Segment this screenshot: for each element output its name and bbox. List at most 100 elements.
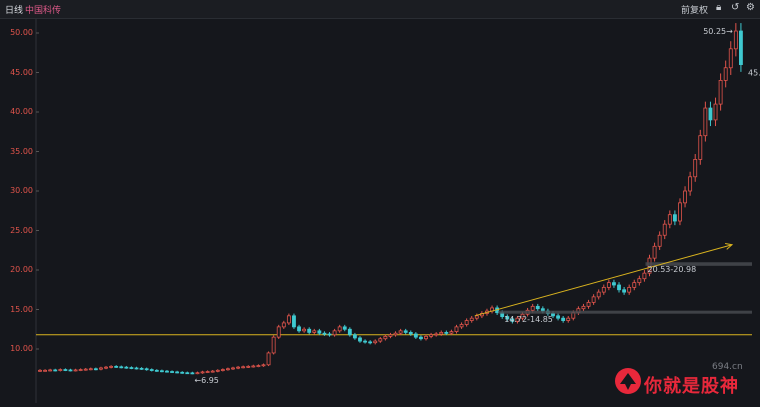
low-price-label: ←6.95 [194, 376, 219, 385]
candlestick-svg: ←6.95 50.25→ 45.6 20.53-20.98 14.72-14.85 [35, 19, 760, 403]
stock-name[interactable]: 中国科传 [25, 3, 61, 16]
candle-body [312, 330, 317, 333]
high-price-label: 50.25→ [703, 27, 733, 36]
y-tick-label: 45.00 [10, 67, 33, 77]
candle-body [662, 223, 667, 236]
settings-icon[interactable]: ⚙ [746, 2, 755, 14]
adjust-mode-button[interactable]: 前复权 [681, 3, 708, 16]
candle-body [266, 352, 271, 366]
candle-body [109, 365, 114, 368]
candle-body [347, 328, 352, 336]
candle-body [58, 369, 63, 371]
candle-body [134, 367, 139, 370]
candle-body [93, 368, 98, 371]
candle-body [723, 67, 728, 81]
refresh-icon[interactable]: ↺ [731, 2, 739, 14]
candle-body [378, 338, 383, 342]
candle-body [261, 364, 266, 367]
candle-body [398, 330, 403, 334]
candle-body [124, 366, 129, 369]
candle-body [667, 214, 672, 225]
candle-body [678, 202, 682, 222]
candle-body [535, 305, 540, 310]
candle-body [352, 334, 357, 339]
lock-icon[interactable]: 🔒︎ [716, 2, 721, 14]
candle-body [738, 30, 743, 66]
candle-body [53, 369, 58, 372]
candle-body [419, 336, 423, 340]
candle-body [454, 326, 459, 333]
candle-body [444, 332, 449, 334]
kline-chart[interactable]: ←6.95 50.25→ 45.6 20.53-20.98 14.72-14.85 [0, 19, 760, 403]
candle-body [68, 369, 73, 372]
candle-body [149, 369, 154, 371]
candle-body [566, 317, 571, 321]
candle-body [606, 282, 611, 288]
candle-body [307, 328, 312, 333]
candle-body [530, 305, 535, 311]
candle-body [693, 158, 698, 178]
candle-body [73, 369, 78, 372]
candle-body [561, 317, 566, 321]
candle-body [703, 107, 708, 137]
candle-body [220, 369, 225, 371]
candle-body [99, 367, 103, 370]
candle-body [683, 190, 687, 204]
candle-body [368, 341, 373, 344]
candle-body [144, 368, 149, 371]
candle-body [459, 324, 464, 328]
period-label[interactable]: 日线 [5, 3, 23, 16]
range-bar-2 [498, 310, 752, 314]
y-tick-label: 40.00 [10, 107, 33, 116]
candle-body [83, 368, 88, 371]
candle-body [652, 245, 657, 259]
candle-body [139, 367, 144, 370]
candle-body [231, 367, 235, 370]
candle-body [601, 286, 606, 293]
candle-body [154, 369, 159, 372]
candle-body [581, 305, 586, 310]
candle-body [642, 272, 647, 280]
candle-body [195, 372, 200, 375]
candle-body [413, 333, 418, 338]
candle-body [63, 369, 68, 371]
candle-body [185, 372, 190, 375]
watermark-text: 你就是股神 [644, 376, 739, 397]
y-tick-label: 50.00 [10, 28, 33, 37]
candle-body [119, 366, 124, 369]
y-tick-label: 15.00 [10, 304, 33, 314]
candle-body [429, 334, 434, 337]
candle-body [78, 369, 83, 371]
candle-body [286, 315, 291, 324]
candle-body [713, 103, 718, 121]
candle-body [236, 366, 241, 369]
y-tick-label: 35.00 [10, 146, 33, 156]
candle-body [408, 332, 413, 335]
y-tick-label: 10.00 [10, 344, 33, 353]
candle-body [474, 315, 479, 319]
candle-body [114, 365, 119, 368]
candle-body [104, 366, 108, 369]
candle-body [215, 369, 220, 372]
candle-body [200, 371, 205, 374]
candle-body [43, 369, 48, 372]
candle-body [332, 330, 337, 336]
candle-body [672, 214, 677, 222]
y-tick-label: 20.00 [10, 265, 33, 274]
candle-body [327, 333, 332, 336]
candle-body [48, 369, 53, 372]
candle-body [591, 296, 596, 303]
candle-body [281, 322, 286, 328]
candle-body [337, 326, 342, 332]
candle-body [612, 282, 616, 286]
candle-body [129, 367, 134, 369]
chart-toolbar: 日线 中国科传 前复权 🔒︎ ↺ ⚙ [0, 0, 760, 19]
candle-body [292, 315, 296, 328]
range-label-2: 14.72-14.85 [504, 315, 553, 324]
candle-body [698, 135, 703, 160]
candle-body [241, 366, 246, 369]
candle-body [322, 332, 327, 335]
candle-body [718, 80, 723, 105]
y-tick-label: 25.00 [10, 225, 33, 235]
candle-body [622, 289, 627, 293]
